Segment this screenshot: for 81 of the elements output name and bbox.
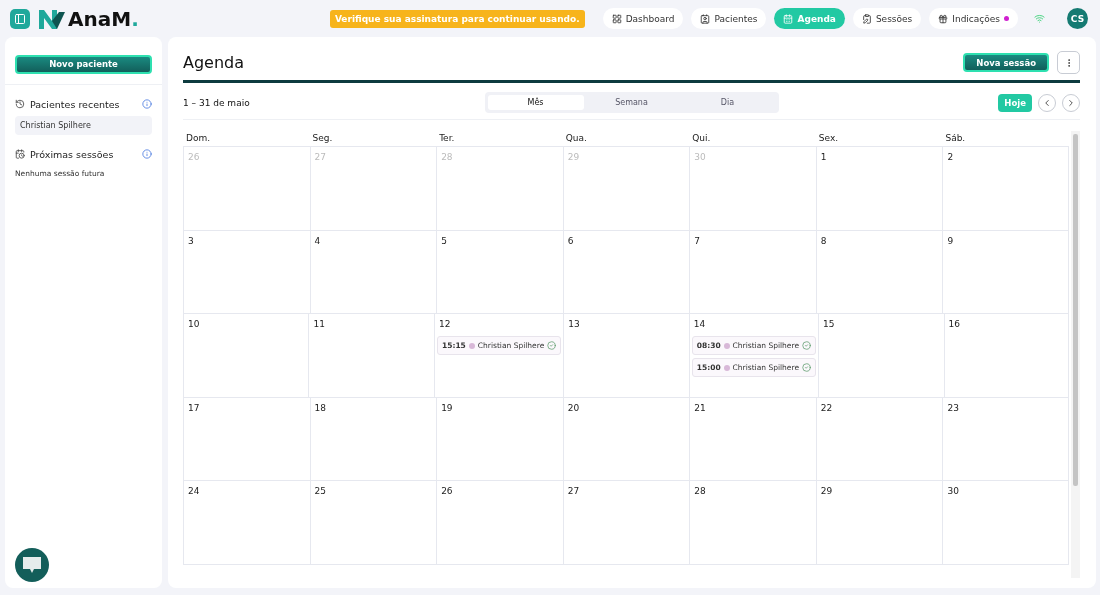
- day-number: 17: [187, 402, 201, 413]
- view-tab[interactable]: Mês: [487, 95, 584, 110]
- new-patient-button[interactable]: Novo paciente: [15, 54, 152, 74]
- check-circle-icon: [802, 363, 812, 372]
- day-number: 16: [947, 319, 961, 329]
- day-number: 30: [693, 152, 707, 162]
- day-number: 7: [693, 235, 701, 246]
- day-number: 12: [437, 319, 452, 329]
- day-number: 28: [440, 152, 454, 162]
- day-number: 25: [313, 486, 327, 496]
- day-number: 26: [440, 486, 454, 496]
- day-number: 26: [187, 152, 201, 162]
- day-number: 4: [313, 235, 322, 246]
- gift-icon: [938, 13, 949, 24]
- weekday-label: Qui.: [691, 132, 712, 145]
- calendar-icon: [783, 13, 794, 24]
- weekday-label: Qua.: [564, 132, 588, 145]
- day-number: 19: [440, 402, 454, 413]
- day-number: 22: [819, 402, 834, 413]
- chat-button[interactable]: [15, 548, 49, 582]
- next-button[interactable]: [1062, 93, 1080, 112]
- day-number: 6: [566, 235, 575, 246]
- info-icon[interactable]: [142, 149, 152, 159]
- day-number: 24: [187, 486, 201, 496]
- day-number: 3: [187, 235, 195, 246]
- sidebar-icon: [14, 12, 26, 25]
- chevron-left-icon: [1042, 97, 1052, 108]
- day-number: 27: [313, 152, 327, 162]
- grid-icon: [611, 13, 622, 24]
- recent-patient-item[interactable]: Christian Spilhere: [15, 115, 152, 135]
- check-circle-icon: [547, 341, 557, 350]
- chat-bubble-icon: [22, 556, 42, 574]
- day-number: 23: [946, 402, 960, 413]
- day-number: 30: [946, 486, 960, 496]
- new-session-button[interactable]: Nova sessão: [963, 53, 1049, 72]
- info-icon[interactable]: [142, 99, 152, 109]
- weekday-label: Seg.: [311, 132, 334, 145]
- chevron-right-icon: [1066, 97, 1076, 108]
- day-number: 29: [819, 486, 834, 496]
- previous-button[interactable]: [1038, 93, 1056, 112]
- nav-tab[interactable]: Dashboard: [602, 8, 684, 29]
- history-icon: [15, 99, 25, 109]
- nav-tab[interactable]: Indicações: [929, 8, 1018, 29]
- day-number: 29: [566, 152, 581, 162]
- calendar-clock-icon: [15, 149, 25, 159]
- day-number: 21: [693, 402, 707, 413]
- weekday-label: Dom.: [185, 132, 212, 145]
- section-title: Pacientes recentes: [30, 98, 121, 110]
- day-number: 9: [946, 235, 955, 246]
- page-title: Agenda: [183, 53, 246, 72]
- more-options-button[interactable]: [1057, 51, 1080, 74]
- day-number: 13: [567, 319, 581, 329]
- contact-card-icon: [700, 13, 711, 24]
- date-range: 1 – 31 de maio: [183, 97, 250, 108]
- day-number: 20: [566, 402, 581, 413]
- clipboard-icon: [861, 13, 872, 24]
- user-avatar[interactable]: CS: [1067, 8, 1088, 29]
- weekday-label: Sex.: [817, 132, 840, 145]
- view-tab[interactable]: Dia: [679, 95, 776, 110]
- day-number: 15: [822, 319, 836, 329]
- day-number: 1: [819, 152, 828, 162]
- scrollbar-thumb[interactable]: [1073, 134, 1078, 486]
- wifi-icon: [1034, 13, 1045, 24]
- day-number: 27: [566, 486, 581, 496]
- day-number: 8: [819, 235, 828, 246]
- day-number: 2: [946, 152, 955, 162]
- day-number: 11: [312, 319, 326, 329]
- day-number: 18: [313, 402, 327, 413]
- weekday-label: Sáb.: [944, 132, 967, 145]
- day-number: 5: [440, 235, 448, 246]
- day-number: 28: [693, 486, 707, 496]
- day-number: 14: [692, 319, 707, 329]
- sidebar-toggle-button[interactable]: [10, 8, 30, 29]
- view-tab[interactable]: Semana: [583, 95, 680, 110]
- nav-tab[interactable]: Sessões: [852, 8, 922, 29]
- weekday-label: Ter.: [438, 132, 456, 145]
- logo: AnaM.: [38, 6, 139, 31]
- nav-tab[interactable]: Pacientes: [691, 8, 767, 29]
- check-circle-icon: [802, 341, 812, 350]
- day-number: 10: [187, 319, 201, 329]
- section-title: Próximas sessões: [30, 148, 115, 160]
